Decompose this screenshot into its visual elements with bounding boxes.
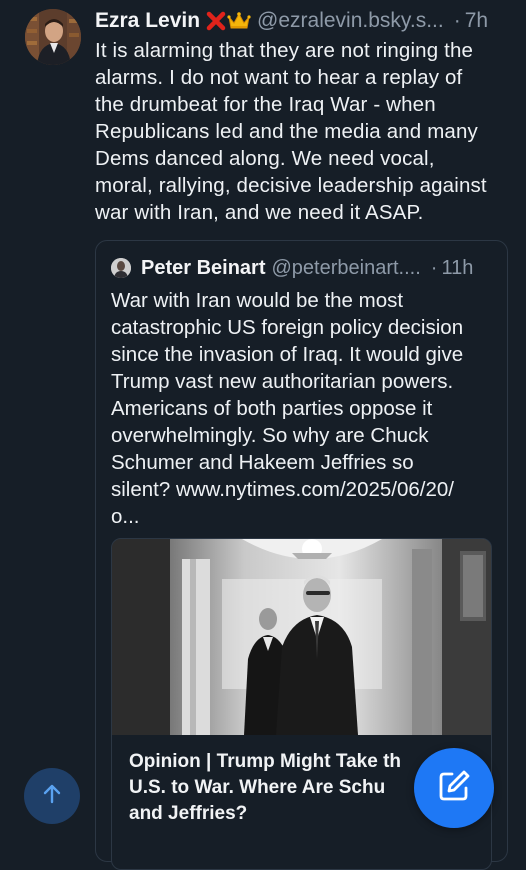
post-header: Ezra Levin @ezralevin.bsky.s... · 7h — [95, 6, 515, 36]
quoted-author-handle[interactable]: @peterbeinart.... — [272, 257, 421, 280]
quoted-author-avatar[interactable] — [111, 258, 131, 278]
quoted-post-text: War with Iran would be the most catastro… — [111, 289, 464, 528]
compose-button[interactable] — [414, 748, 494, 828]
x-mark-icon — [206, 11, 226, 31]
quoted-separator-dot: · — [430, 256, 438, 279]
link-card-title[interactable]: Opinion | Trump Might Take th U.S. to Wa… — [129, 749, 429, 827]
arrow-up-icon — [41, 783, 63, 810]
quoted-post-timestamp: 11h — [441, 256, 474, 279]
author-name[interactable]: Ezra Levin — [95, 9, 200, 33]
quoted-author-name[interactable]: Peter Beinart — [141, 257, 266, 280]
author-avatar[interactable] — [25, 9, 81, 65]
post[interactable]: Ezra Levin @ezralevin.bsky.s... · 7h It … — [0, 0, 526, 870]
author-handle[interactable]: @ezralevin.bsky.s... — [257, 9, 444, 33]
post-text: It is alarming that they are not ringing… — [95, 39, 487, 224]
crown-icon — [227, 11, 251, 31]
post-timestamp: 7h — [464, 9, 489, 32]
scroll-to-top-button[interactable] — [24, 768, 80, 824]
compose-icon — [436, 768, 472, 809]
link-card-image — [112, 539, 491, 735]
separator-dot: · — [453, 9, 461, 32]
quoted-post-header: Peter Beinart @peterbeinart.... · 11h — [141, 254, 501, 282]
